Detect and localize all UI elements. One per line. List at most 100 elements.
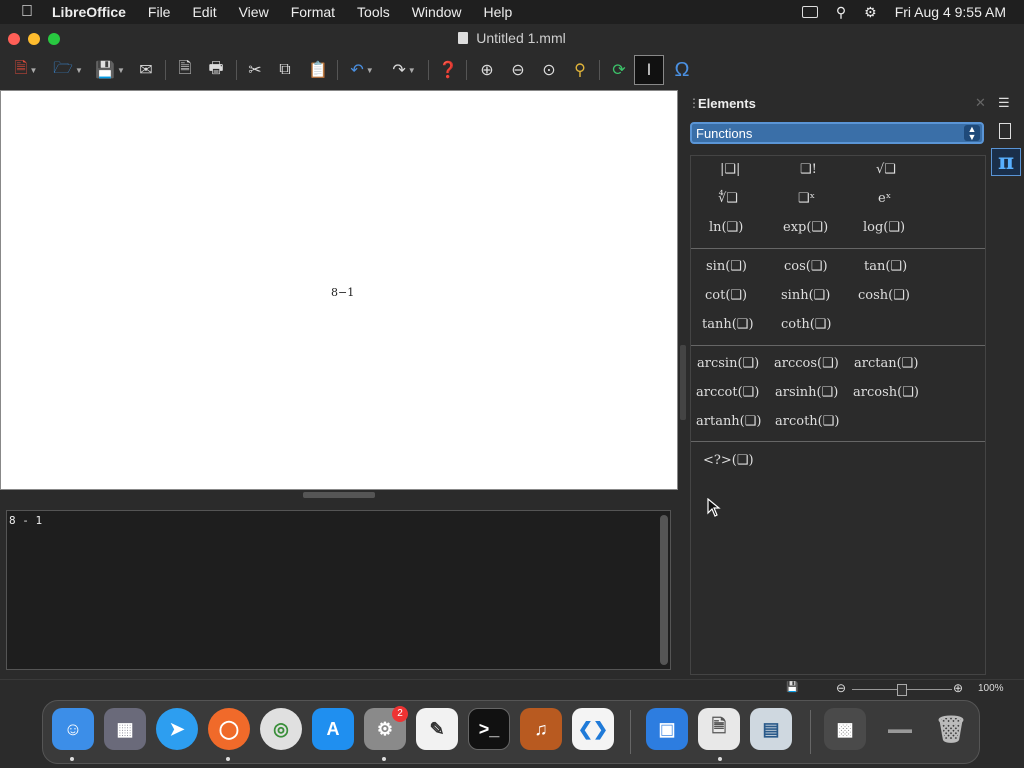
minimize-window-button[interactable] [28,33,40,45]
keynote-icon[interactable]: ▣ [646,708,688,750]
app-store-icon[interactable]: A [312,708,354,750]
menu-help[interactable]: Help [484,4,513,20]
element-log[interactable]: log(❑) [863,220,905,235]
files-icon[interactable]: 🗎 [698,708,740,750]
spotlight-search-icon[interactable]: ⚲ [836,4,846,21]
element-tan[interactable]: tan(❑) [864,259,907,274]
help-icon[interactable]: ❓ [436,57,460,83]
trash-icon[interactable]: 🗑 [930,708,972,750]
element-nroot[interactable]: ∜❑ [718,191,738,206]
undo-icon[interactable]: ↶ ▼ [344,57,380,83]
element-arcosh[interactable]: arcosh(❑) [853,385,919,400]
dock-separator [810,710,811,754]
symbols-icon[interactable]: Ω [670,57,694,83]
element-arctan[interactable]: arctan(❑) [854,356,918,371]
element-sin[interactable]: sin(❑) [706,259,747,274]
splitter-handle[interactable] [303,492,375,498]
element-category-select[interactable]: Functions ▲ ▼ [690,122,984,144]
element-cos[interactable]: cos(❑) [784,259,828,274]
sidebar-collapse-handle[interactable] [680,345,686,420]
element-power[interactable]: ❑ˣ [798,191,815,206]
email-icon[interactable]: ✉ [134,57,158,83]
element-exp[interactable]: exp(❑) [783,220,828,235]
close-panel-icon[interactable]: ✕ [975,95,986,111]
zoom-in-button[interactable]: ⊕ [953,681,963,695]
element-arccos[interactable]: arccos(❑) [774,356,839,371]
apple-icon[interactable]:  [16,3,38,21]
element-abs[interactable]: |❑| [720,162,740,177]
group-separator [691,441,985,442]
zoom-out-icon[interactable]: ⊖ [507,57,529,83]
menu-edit[interactable]: Edit [192,4,216,20]
rendered-formula[interactable]: 8−1 [331,286,354,299]
show-all-icon[interactable]: ⚲ [569,57,591,83]
element-function-placeholder[interactable]: <?>(❑) [703,453,754,468]
status-bar: 💾 ⊖ ⊕ 100% [0,679,1024,698]
firefox-icon[interactable]: ◯ [208,708,250,750]
menu-format[interactable]: Format [291,4,335,20]
elements-tab[interactable]: π [991,148,1021,176]
paste-icon[interactable]: 📋 [306,57,330,83]
chrome-icon[interactable]: ◎ [260,708,302,750]
element-coth[interactable]: coth(❑) [781,317,832,332]
element-arsinh[interactable]: arsinh(❑) [775,385,838,400]
close-window-button[interactable] [8,33,20,45]
update-icon[interactable]: ⟳ [608,57,630,83]
element-arcsin[interactable]: arcsin(❑) [697,356,759,371]
menu-window[interactable]: Window [412,4,462,20]
screen-mirroring-icon[interactable] [801,6,818,18]
editor-scrollbar[interactable] [660,515,668,665]
menubar-clock[interactable]: Fri Aug 4 9:55 AM [895,4,1006,20]
toolbar-separator [466,60,467,80]
toolbar-separator [165,60,166,80]
open-folder-icon[interactable]: 🗁 ▼ [50,57,86,83]
minimized-window-icon[interactable]: ▬▬ [876,708,924,750]
export-pdf-icon[interactable]: 🗎 [174,57,196,83]
element-sinh[interactable]: sinh(❑) [781,288,830,303]
save-icon[interactable]: 💾 ▼ [92,57,128,83]
safari-icon[interactable]: ➤ [156,708,198,750]
dock-separator [630,710,631,754]
element-cot[interactable]: cot(❑) [705,288,747,303]
cut-icon[interactable]: ✂ [244,57,266,83]
zoom-window-button[interactable] [48,33,60,45]
terminal-icon[interactable]: >_ [468,708,510,750]
element-ln[interactable]: ln(❑) [709,220,743,235]
document-modified-icon[interactable]: 💾 [786,682,798,693]
vscode-icon[interactable]: ❮❯ [572,708,614,750]
element-factorial[interactable]: ❑! [800,162,817,177]
element-cosh[interactable]: cosh(❑) [858,288,910,303]
menu-tools[interactable]: Tools [357,4,390,20]
zoom-in-icon[interactable]: ⊕ [476,57,498,83]
element-arccot[interactable]: arccot(❑) [696,385,759,400]
menu-view[interactable]: View [239,4,269,20]
control-center-icon[interactable]: ⚙ [864,4,877,21]
formula-preview[interactable]: 8−1 [0,90,678,490]
textedit-icon[interactable]: ✎ [416,708,458,750]
zoom-slider-handle[interactable] [897,684,907,696]
copy-icon[interactable]: ⧉ [274,57,296,83]
menu-app-name[interactable]: LibreOffice [52,4,126,20]
screenshots-stack-icon[interactable]: ▩ [824,708,866,750]
zoom-level[interactable]: 100% [978,683,1004,694]
element-tanh[interactable]: tanh(❑) [702,317,754,332]
menu-file[interactable]: File [148,4,171,20]
element-artanh[interactable]: artanh(❑) [696,414,761,429]
element-arcoth[interactable]: arcoth(❑) [775,414,839,429]
panel-menu-icon[interactable]: ☰ [998,95,1010,111]
preview-icon[interactable]: ▤ [750,708,792,750]
finder-icon[interactable]: ☺ [52,708,94,750]
properties-tab[interactable] [991,118,1019,144]
running-indicator [226,757,230,761]
element-exp-e[interactable]: eˣ [878,191,891,206]
print-icon[interactable]: 🖶 [204,57,228,83]
zoom-out-button[interactable]: ⊖ [836,681,846,695]
formula-command-editor[interactable]: 8 - 1 [6,510,671,670]
zoom-100-icon[interactable]: ⊙ [538,57,560,83]
element-sqrt[interactable]: √❑ [876,162,896,177]
launchpad-icon[interactable]: ▦ [104,708,146,750]
new-document-icon[interactable]: 🗎 ▼ [8,57,44,83]
garageband-icon[interactable]: ♫ [520,708,562,750]
formula-cursor-icon[interactable]: Ⅰ [634,55,664,85]
redo-icon[interactable]: ↷ ▼ [386,57,422,83]
